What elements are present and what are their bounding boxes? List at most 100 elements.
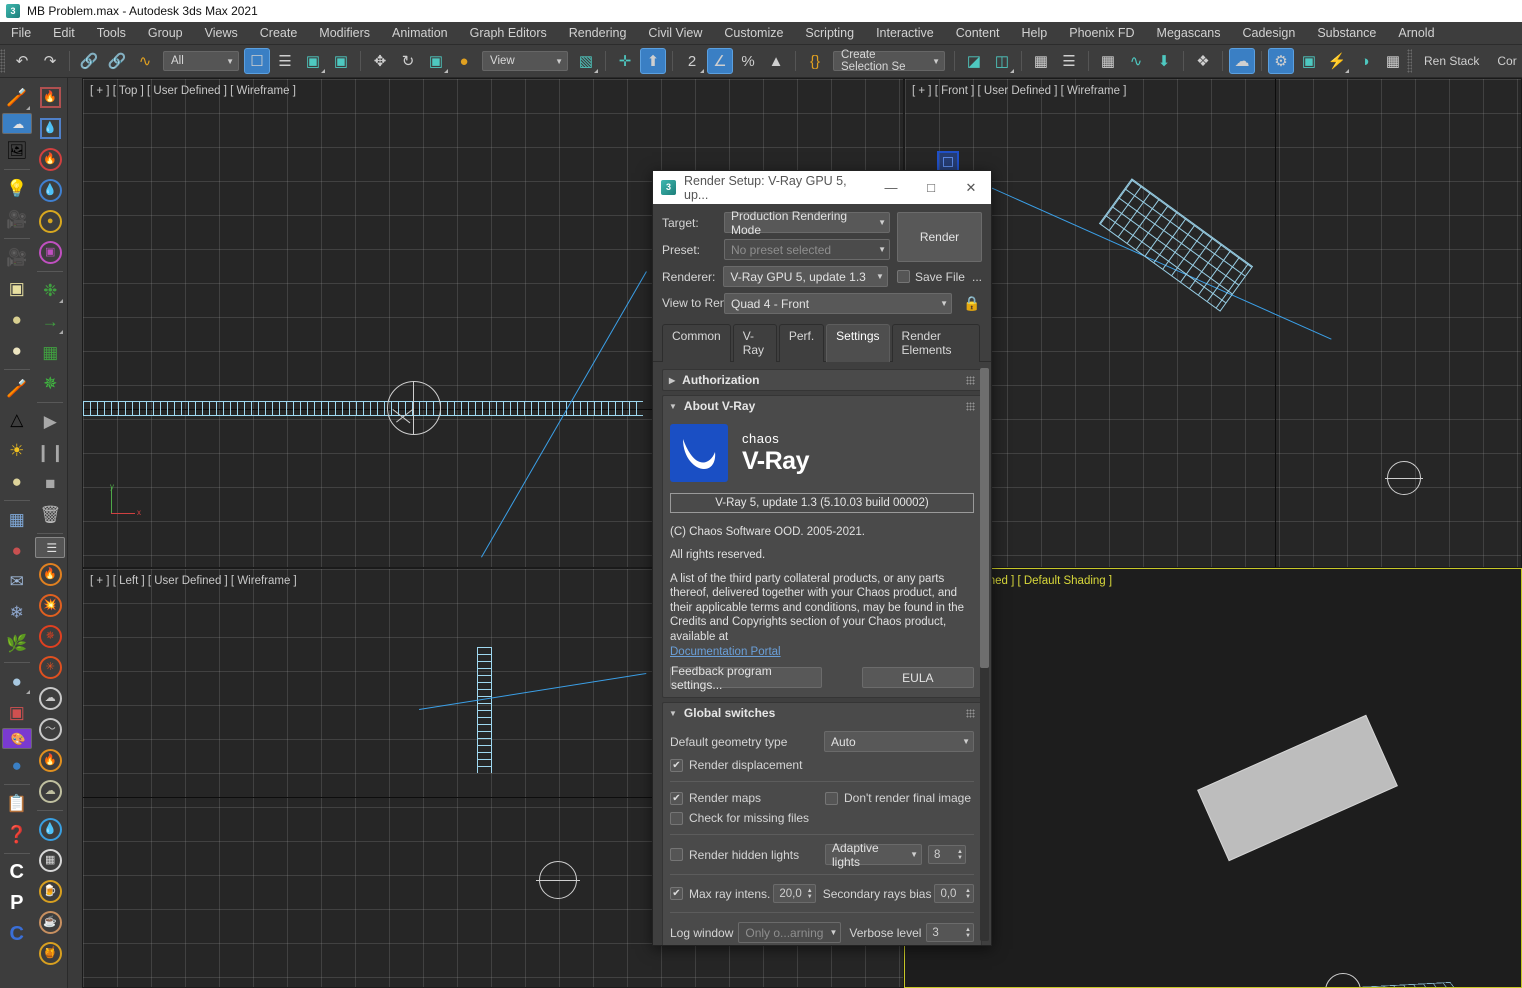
particle-group-icon[interactable]: ❉ xyxy=(35,275,65,305)
burst-green-icon[interactable]: ✵ xyxy=(35,368,65,398)
maximize-button[interactable]: □ xyxy=(911,171,951,204)
coffee-cup-icon[interactable]: ☕ xyxy=(35,907,65,937)
tab-perf[interactable]: Perf. xyxy=(778,324,825,362)
percent-snap-toggle-icon[interactable]: % xyxy=(735,48,761,74)
spinner-arrows-icon[interactable]: ▲ ▼ xyxy=(952,849,963,861)
arrow-right-green-icon[interactable]: → xyxy=(35,306,65,336)
spinner-arrows-icon[interactable]: ▲ ▼ xyxy=(960,888,971,900)
menu-customize[interactable]: Customize xyxy=(713,23,794,43)
select-and-manipulate-icon[interactable]: ✛ xyxy=(612,48,638,74)
help-icon[interactable]: ❓ xyxy=(2,819,32,849)
pause-icon[interactable]: ❙❙ xyxy=(35,437,65,467)
menu-file[interactable]: File xyxy=(0,23,42,43)
rollout-global-switches[interactable]: ▼ Global switches Default geometry type … xyxy=(662,702,982,945)
liquid-circle-icon[interactable]: 💧 xyxy=(35,175,65,205)
honey-pour-icon[interactable]: 🍯 xyxy=(35,938,65,968)
menu-arnold[interactable]: Arnold xyxy=(1387,23,1445,43)
bind-to-space-warp-icon[interactable]: ∿ xyxy=(132,48,158,74)
menu-interactive[interactable]: Interactive xyxy=(865,23,945,43)
dome-material-icon[interactable]: ● xyxy=(2,304,32,334)
render-in-cloud-icon[interactable]: ▦ xyxy=(1380,48,1406,74)
snap-25-icon[interactable]: 2 xyxy=(679,48,705,74)
candle-flame-icon[interactable]: 🔥 xyxy=(35,745,65,775)
viewport-front[interactable]: [ + ] [ Front ] [ User Defined ] [ Wiref… xyxy=(904,78,1522,568)
max-ray-intensity-spinner[interactable]: 20,0 ▲ ▼ xyxy=(773,884,816,904)
select-and-scale-icon[interactable]: ▣ xyxy=(423,48,449,74)
light-setup-icon[interactable]: 💡 xyxy=(2,173,32,203)
render-frame-icon[interactable]: 🖼 xyxy=(2,135,32,165)
envelope-icon[interactable]: ✉ xyxy=(2,566,32,596)
mirror-icon[interactable]: ◪ xyxy=(961,48,987,74)
menu-modifiers[interactable]: Modifiers xyxy=(308,23,381,43)
save-file-browse-button[interactable]: ... xyxy=(972,270,982,284)
rollout-global-switches-header[interactable]: ▼ Global switches xyxy=(663,703,981,723)
smoke-preset-icon[interactable]: ☁ xyxy=(35,683,65,713)
menu-megascans[interactable]: Megascans xyxy=(1146,23,1232,43)
milk-carton-icon[interactable]: ▦ xyxy=(35,845,65,875)
wire-teapot-icon[interactable]: 🪥 xyxy=(2,373,32,403)
checker-green-icon[interactable]: ▦ xyxy=(35,337,65,367)
tab-settings[interactable]: Settings xyxy=(826,324,890,362)
dialog-scrollbar[interactable] xyxy=(980,368,989,941)
redo-icon[interactable]: ↷ xyxy=(37,48,63,74)
viewport-perspective[interactable]: 01 ] [ User Defined ] [ Default Shading … xyxy=(904,568,1522,988)
simulation-list-icon[interactable]: ☰ xyxy=(35,537,66,558)
layer-explorer-icon[interactable]: ▦ xyxy=(1028,48,1054,74)
select-and-move-icon[interactable]: ✥ xyxy=(367,48,393,74)
material-editor-icon[interactable]: ☁ xyxy=(1229,48,1255,74)
letter-c-blue-icon[interactable]: C xyxy=(2,919,32,949)
check-missing-files-checkbox[interactable] xyxy=(670,811,683,825)
ren-stack-label[interactable]: Ren Stack xyxy=(1415,54,1488,68)
stop-icon[interactable]: ■ xyxy=(35,468,65,498)
unlink-selection-icon[interactable]: 🔗 xyxy=(104,48,130,74)
lights-mode-dropdown[interactable]: Adaptive lights ▼ xyxy=(825,841,922,869)
spinner-snap-toggle-icon[interactable]: ▲ xyxy=(763,48,789,74)
menu-substance[interactable]: Substance xyxy=(1306,23,1387,43)
tab-common[interactable]: Common xyxy=(662,324,731,362)
feedback-settings-button[interactable]: Feedback program settings... xyxy=(670,664,822,692)
max-ray-intensity-checkbox[interactable] xyxy=(670,887,683,901)
align-icon[interactable]: ◫ xyxy=(989,48,1015,74)
phoenix-source-icon[interactable]: ▣ xyxy=(35,237,65,267)
water-drops-icon[interactable]: 💧 xyxy=(35,814,65,844)
lock-icon[interactable]: 🔒 xyxy=(963,295,980,312)
movie-camera-icon[interactable]: 🎥 xyxy=(2,242,32,272)
schematic-view-icon[interactable]: ⬇ xyxy=(1151,48,1177,74)
beer-mug-icon[interactable]: 🍺 xyxy=(35,876,65,906)
camera-setup-icon[interactable]: 🎥 xyxy=(2,204,32,234)
angle-snap-toggle-icon[interactable]: ∠ xyxy=(707,48,733,74)
menu-animation[interactable]: Animation xyxy=(381,23,459,43)
render-button[interactable]: Render xyxy=(897,212,982,262)
letter-c-white-icon[interactable]: C xyxy=(2,857,32,887)
select-object-icon[interactable]: ☐ xyxy=(244,48,270,74)
use-pivot-point-center-icon[interactable]: ▧ xyxy=(573,48,599,74)
glossy-sphere-icon[interactable]: ● xyxy=(2,666,32,696)
render-iterative-icon[interactable]: ◑ xyxy=(1352,48,1378,74)
teapot-icon[interactable]: 🪥 xyxy=(2,82,32,112)
menu-civil-view[interactable]: Civil View xyxy=(637,23,713,43)
menu-group[interactable]: Group xyxy=(137,23,194,43)
fire-box-icon[interactable]: 🔥 xyxy=(35,82,65,112)
render-hidden-lights-checkbox[interactable] xyxy=(670,848,683,862)
dialog-scrollbar-thumb[interactable] xyxy=(980,368,989,668)
menu-rendering[interactable]: Rendering xyxy=(558,23,638,43)
cone-light-icon[interactable]: △ xyxy=(2,404,32,434)
drag-grip-icon[interactable] xyxy=(966,708,975,718)
menu-cadesign[interactable]: Cadesign xyxy=(1231,23,1306,43)
default-geometry-type-dropdown[interactable]: Auto ▼ xyxy=(824,731,974,753)
shaded-slab-perspective[interactable] xyxy=(1197,714,1398,862)
toolbar-grip[interactable] xyxy=(0,49,5,73)
target-dropdown[interactable]: Production Rendering Mode ▼ xyxy=(724,209,890,237)
menu-phoenix-fd[interactable]: Phoenix FD xyxy=(1058,23,1145,43)
fire-circle-icon[interactable]: 🔥 xyxy=(35,144,65,174)
curve-editor-icon[interactable]: ∿ xyxy=(1123,48,1149,74)
menu-graph-editors[interactable]: Graph Editors xyxy=(459,23,558,43)
foam-circle-icon[interactable]: ● xyxy=(35,206,65,236)
render-maps-checkbox[interactable] xyxy=(670,791,683,805)
dialog-scroll-pane[interactable]: ▶ Authorization ▼ About V-Ray chaos V-Ra… xyxy=(653,362,991,945)
menu-edit[interactable]: Edit xyxy=(42,23,86,43)
dont-render-final-image-checkbox[interactable] xyxy=(825,791,838,805)
menu-content[interactable]: Content xyxy=(945,23,1011,43)
select-and-place-icon[interactable]: ● xyxy=(451,48,477,74)
rollout-authorization[interactable]: ▶ Authorization xyxy=(662,369,982,391)
